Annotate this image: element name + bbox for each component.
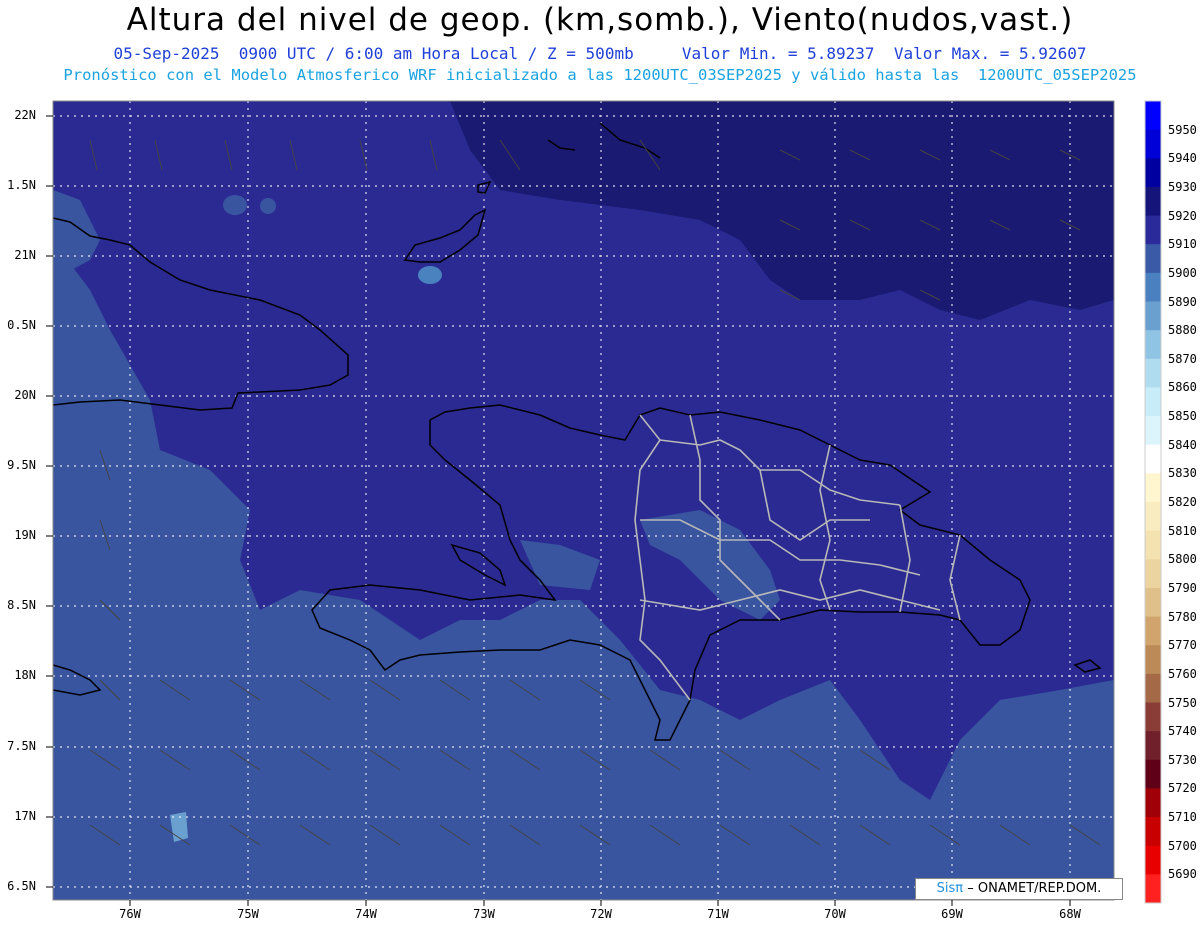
colorbar-swatch: [1145, 215, 1161, 245]
colorbar-swatch: [1145, 645, 1161, 675]
colorbar-label: 5920: [1168, 208, 1197, 223]
colorbar-swatch: [1145, 559, 1161, 589]
colorbar-label: 5870: [1168, 351, 1197, 366]
sispi-logo: Sisπ: [936, 881, 964, 896]
colorbar-swatch: [1145, 817, 1161, 847]
colorbar-swatch: [1145, 874, 1161, 904]
colorbar-swatch: [1145, 473, 1161, 503]
colorbar-swatch: [1145, 731, 1161, 761]
lat-label: 18N: [14, 668, 36, 682]
lon-label: 75W: [237, 907, 259, 921]
lat-label: 0.5N: [7, 318, 36, 332]
colorbar-swatch: [1145, 129, 1161, 159]
credit-box: Sisπ – ONAMET/REP.DOM.: [915, 878, 1123, 900]
colorbar-label: 5750: [1168, 695, 1197, 710]
colorbar-swatch: [1145, 301, 1161, 331]
colorbar-label: 5770: [1168, 638, 1197, 653]
colorbar-swatch: [1145, 387, 1161, 417]
colorbar-label: 5800: [1168, 552, 1197, 567]
colorbar-swatch: [1145, 244, 1161, 274]
colorbar-swatch: [1145, 358, 1161, 388]
colorbar: [1144, 100, 1162, 904]
colorbar-swatch: [1145, 587, 1161, 618]
colorbar-label: 5710: [1168, 810, 1197, 825]
colorbar-swatch: [1145, 444, 1161, 474]
geopotential-fill: [53, 101, 1114, 900]
colorbar-swatch: [1145, 845, 1161, 875]
colorbar-label: 5910: [1168, 237, 1197, 252]
colorbar-label: 5930: [1168, 179, 1197, 194]
colorbar-swatch: [1145, 186, 1161, 217]
colorbar-swatch: [1145, 101, 1161, 131]
colorbar-swatch: [1145, 330, 1161, 360]
colorbar-label: 5830: [1168, 466, 1197, 481]
colorbar-label: 5790: [1168, 580, 1197, 595]
colorbar-label: 5700: [1168, 838, 1197, 853]
lon-label: 71W: [707, 907, 729, 921]
colorbar-label: 5740: [1168, 724, 1197, 739]
credit-text: ONAMET/REP.DOM.: [973, 881, 1102, 896]
lat-label: 21N: [14, 248, 36, 262]
lat-label: 7.5N: [7, 739, 36, 753]
colorbar-label: 5730: [1168, 752, 1197, 767]
colorbar-label: 5720: [1168, 781, 1197, 796]
lon-label: 68W: [1059, 907, 1081, 921]
lat-label: 8.5N: [7, 598, 36, 612]
colorbar-label: 5840: [1168, 437, 1197, 452]
lat-label: 19N: [14, 528, 36, 542]
colorbar-label: 5820: [1168, 495, 1197, 509]
lat-label: 22N: [14, 108, 36, 122]
lat-label: 20N: [14, 388, 36, 402]
lat-label: 9.5N: [7, 458, 36, 472]
lat-label: 6.5N: [7, 879, 36, 893]
colorbar-label: 5860: [1168, 380, 1197, 395]
colorbar-swatch: [1145, 272, 1161, 302]
colorbar-swatch: [1145, 416, 1161, 446]
colorbar-label: 5950: [1168, 122, 1197, 137]
forecast-map: [46, 100, 1162, 906]
lon-label: 72W: [590, 907, 612, 921]
colorbar-swatch: [1145, 158, 1161, 188]
lon-label: 70W: [824, 907, 846, 921]
lat-label: 1.5N: [7, 178, 36, 192]
colorbar-label: 5880: [1168, 323, 1197, 338]
colorbar-label: 5940: [1168, 151, 1197, 166]
colorbar-swatch: [1145, 616, 1161, 646]
lon-label: 76W: [119, 907, 141, 921]
colorbar-label: 5890: [1168, 294, 1197, 309]
colorbar-swatch: [1145, 759, 1161, 789]
lon-ticks: [129, 900, 1071, 906]
colorbar-swatch: [1145, 530, 1161, 560]
colorbar-label: 5900: [1168, 265, 1197, 280]
colorbar-label: 5810: [1168, 523, 1197, 538]
lon-label: 69W: [941, 907, 963, 921]
colorbar-swatch: [1145, 788, 1161, 818]
lat-ticks: [46, 115, 53, 888]
colorbar-label: 5850: [1168, 409, 1197, 424]
colorbar-label: 5760: [1168, 666, 1197, 681]
lat-label: 17N: [14, 809, 36, 823]
lon-label: 74W: [355, 907, 377, 921]
lon-label: 73W: [473, 907, 495, 921]
colorbar-swatch: [1145, 673, 1161, 703]
colorbar-label: 5690: [1168, 867, 1197, 882]
colorbar-label: 5780: [1168, 609, 1197, 624]
colorbar-swatch: [1145, 702, 1161, 732]
colorbar-swatch: [1145, 502, 1161, 532]
